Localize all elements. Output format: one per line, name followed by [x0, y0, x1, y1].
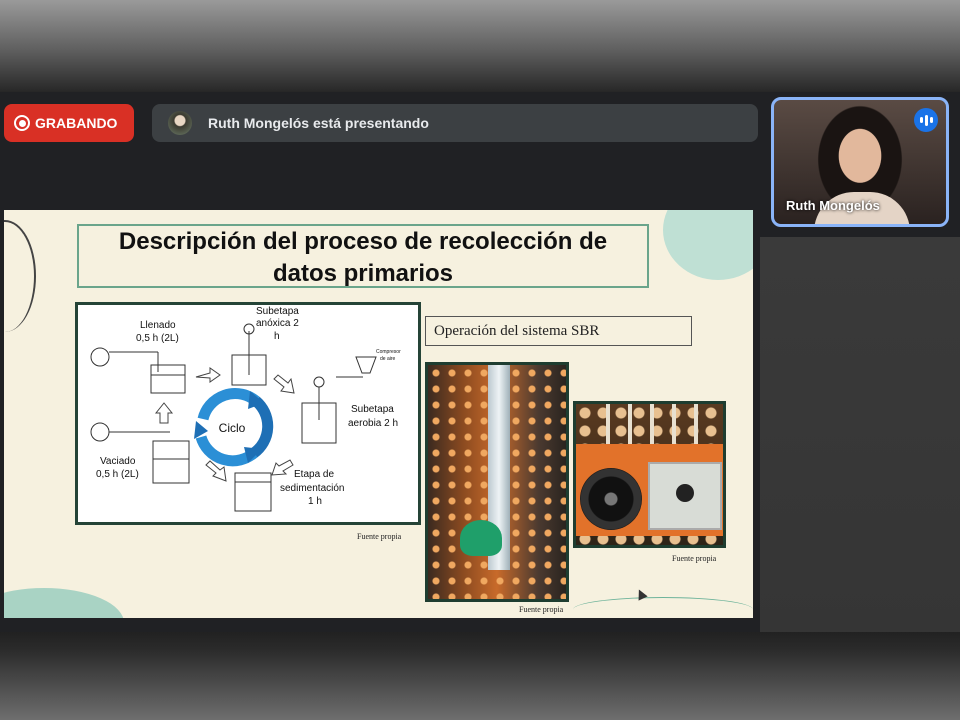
diagram-label: 0,5 h (2L)	[136, 333, 179, 344]
diagram-label: Llenado	[140, 320, 176, 331]
side-panel	[760, 237, 960, 632]
diagram-label: 1 h	[308, 496, 322, 507]
flow-arrow	[154, 402, 174, 424]
compressor-icon	[355, 356, 377, 374]
flowmeter-photo	[425, 362, 569, 602]
slide-decoration-curve	[4, 220, 36, 332]
diagram-label: anóxica 2	[256, 318, 299, 329]
slide-title-line: Descripción del proceso de recolección d…	[118, 228, 608, 255]
cycle-label: Ciclo	[219, 421, 246, 435]
slide-title-line: datos primarios	[272, 260, 454, 287]
presenter-banner-text: Ruth Mongelós está presentando	[208, 115, 429, 131]
operation-label: Operación del sistema SBR	[425, 316, 692, 346]
diagram-label: Compresor	[376, 349, 401, 355]
tank-icon	[150, 364, 186, 394]
self-view-tile[interactable]: Ruth Mongelós	[771, 97, 949, 227]
flow-arrow	[195, 367, 221, 383]
presenting-banner: Ruth Mongelós está presentando	[152, 104, 758, 142]
sbr-cycle-diagram: Ciclo Llenado 0,5 h (2L) Subetapa anóxic…	[75, 302, 421, 525]
diagram-label: Vaciado	[100, 456, 136, 467]
flow-arrow	[273, 374, 295, 394]
diagram-label: Subetapa	[351, 404, 394, 415]
cycle-arrow-icon	[197, 388, 260, 421]
presenter-avatar	[168, 111, 192, 135]
record-icon	[14, 115, 30, 131]
tank-icon	[152, 440, 190, 484]
presentation-slide: Descripción del proceso de recolección d…	[4, 210, 753, 618]
diagram-label: 0,5 h (2L)	[96, 469, 139, 480]
figure-caption: Fuente propia	[357, 532, 402, 541]
pump-photo	[573, 401, 726, 548]
slide-decoration-wave	[573, 597, 753, 618]
recording-label: GRABANDO	[35, 115, 118, 131]
figure-caption: Fuente propia	[519, 605, 564, 614]
slide-title: Descripción del proceso de recolección d…	[77, 224, 649, 288]
diagram-label: h	[274, 331, 280, 342]
audio-level-icon	[914, 108, 938, 132]
diagram-label: Subetapa	[256, 306, 299, 317]
pump-icon	[90, 347, 110, 367]
diagram-label: aerobia 2 h	[348, 418, 398, 429]
tank-icon	[234, 472, 272, 512]
diagram-label: sedimentación	[280, 483, 344, 494]
slide-decoration-blob	[663, 210, 753, 280]
flow-arrow	[271, 459, 294, 476]
self-view-name: Ruth Mongelós	[786, 198, 880, 213]
pump-icon	[90, 422, 110, 442]
diagram-label: Etapa de	[294, 469, 334, 480]
slide-decoration-blob	[4, 588, 124, 618]
diagram-label: de aire	[380, 356, 396, 362]
recording-indicator[interactable]: GRABANDO	[4, 104, 134, 142]
figure-caption: Fuente propia	[672, 554, 717, 563]
